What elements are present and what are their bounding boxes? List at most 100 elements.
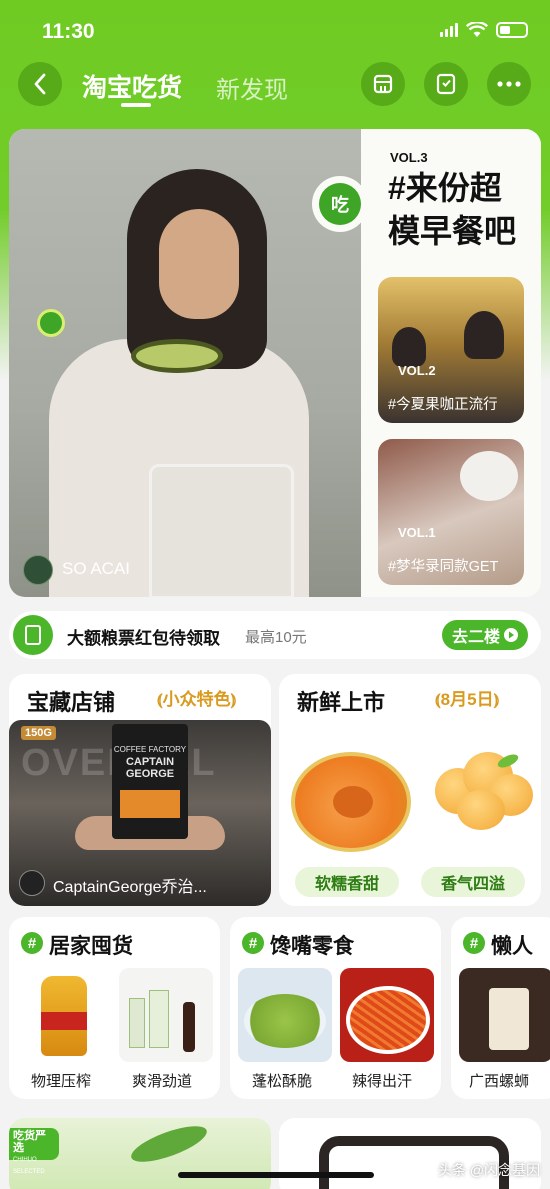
category-title: 居家囤货: [49, 935, 133, 958]
vol2-person2: [464, 311, 504, 359]
spicy-strips: [346, 986, 430, 1054]
vol1-cup: [460, 451, 518, 501]
badge-bottom-text: CHIHUO SELECTED: [13, 1157, 45, 1175]
category-title: 馋嘴零食: [270, 935, 354, 958]
bookmark-button[interactable]: [424, 62, 468, 106]
sauce-bottle: [183, 1002, 195, 1052]
go-upstairs-label: 去二楼: [451, 629, 500, 646]
blender-image: [149, 464, 294, 597]
beans-thumbnail[interactable]: [238, 968, 332, 1062]
status-time: 11:30: [42, 20, 95, 43]
treasure-shop-card[interactable]: 宝藏店铺 ⦅小众特色⦆ OVERALL 150G COFFEE FACTORY …: [9, 674, 271, 906]
hash-icon: #: [463, 932, 485, 954]
battery-icon: [496, 22, 528, 38]
treasure-title: 宝藏店铺: [27, 690, 116, 715]
chevron-left-icon: [34, 73, 46, 95]
avocado-image: [131, 339, 223, 373]
vol2-person1: [392, 327, 426, 367]
hero-title-line2: 模早餐吧: [388, 213, 517, 249]
coupon-sub-text: 最高10元: [245, 629, 307, 646]
brand-logo-icon: [23, 555, 53, 585]
hero-video-label: SO ACAI: [62, 559, 131, 578]
oil-thumbnail[interactable]: [17, 968, 111, 1062]
treasure-tag-text: 小众特色: [162, 690, 231, 709]
vol2-label: VOL.2: [398, 363, 436, 378]
hash-icon: #: [21, 932, 43, 954]
oil-label: [41, 1012, 87, 1030]
vol2-card[interactable]: VOL.2 #今夏果咖正流行: [378, 277, 524, 423]
hero-video[interactable]: SO ACAI: [9, 129, 361, 597]
chihuo-selected-badge: 吃货严选 CHIHUO SELECTED: [9, 1128, 59, 1175]
vol2-title: #今夏果咖正流行: [388, 397, 498, 413]
vol1-label: VOL.1: [398, 525, 436, 540]
play-arrow-icon: [504, 628, 518, 642]
leaf-decoration: [127, 1119, 211, 1169]
fresh-pill-2[interactable]: 香气四溢: [421, 867, 525, 897]
coupon-bar[interactable]: 大额粮票红包待领取 最高10元 去二楼: [9, 611, 541, 659]
bottom-card-left[interactable]: 吃货严选 CHIHUO SELECTED: [9, 1118, 271, 1189]
treasure-tag: ⦅小众特色⦆: [157, 685, 236, 710]
avocado-badge-icon: [37, 309, 65, 337]
peach-image-4: [457, 790, 505, 830]
noodle-thumbnail[interactable]: [119, 968, 213, 1062]
treasure-shop-image[interactable]: OVERALL 150G COFFEE FACTORY CAPTAIN GEOR…: [9, 720, 271, 906]
hash-icon: #: [242, 932, 264, 954]
category-card-lazy[interactable]: # 懒人 广西螺蛳: [451, 917, 550, 1099]
vol1-card[interactable]: VOL.1 #梦华录同款GET: [378, 439, 524, 585]
chihuo-logo-icon: 吃: [312, 176, 368, 232]
category-item-caption: 蓬松酥脆: [252, 1073, 313, 1090]
category-card-home-stock[interactable]: # 居家囤货 物理压榨 爽滑劲道: [9, 917, 220, 1099]
store-icon: [373, 74, 393, 94]
spicy-thumbnail[interactable]: [340, 968, 434, 1062]
coupon-main-text: 大额粮票红包待领取: [67, 629, 220, 648]
hero-title-line1: #来份超: [388, 170, 502, 206]
noodle-pack-1: [129, 998, 145, 1048]
category-item-caption: 物理压榨: [31, 1073, 92, 1090]
hero-vol-label: VOL.3: [390, 150, 428, 165]
coffee-bag-image: COFFEE FACTORY CAPTAIN GEORGE: [112, 724, 188, 839]
fresh-date-text: 8月5日: [440, 690, 494, 709]
category-title: 懒人: [491, 935, 533, 958]
tab-taobao-foodie[interactable]: 淘宝吃货: [82, 68, 182, 104]
melon-image[interactable]: [291, 752, 411, 852]
wreath-right-icon: ⦆: [230, 690, 237, 709]
bag-line1: COFFEE FACTORY: [113, 745, 187, 754]
hero-title: #来份超 模早餐吧: [388, 167, 538, 253]
vol1-title: #梦华录同款GET: [388, 559, 499, 575]
status-bar: 11:30: [0, 0, 550, 60]
tab-discover[interactable]: 新发现: [216, 70, 288, 105]
peas-bowl: [244, 994, 326, 1048]
shop-name: CaptainGeorge乔治...: [53, 879, 207, 896]
chihuo-logo-text: 吃: [319, 183, 361, 225]
bag-line3: GEORGE: [125, 768, 175, 780]
bag-line2: CAPTAIN: [125, 756, 175, 768]
noodle-box: [489, 988, 529, 1050]
active-tab-indicator: [121, 103, 151, 107]
top-nav: 淘宝吃货 新发现: [0, 62, 550, 108]
go-upstairs-button[interactable]: 去二楼: [442, 620, 528, 650]
luosifen-thumbnail[interactable]: [459, 968, 550, 1062]
watermark: 头条 @闪念基因: [438, 1162, 541, 1178]
shop-logo-icon: [19, 870, 45, 896]
category-item-caption: 辣得出汗: [352, 1073, 413, 1090]
category-item-caption: 爽滑劲道: [132, 1073, 193, 1090]
more-button[interactable]: [487, 62, 531, 106]
store-button[interactable]: [361, 62, 405, 106]
fresh-pill-1[interactable]: 软糯香甜: [295, 867, 399, 897]
badge-top-text: 吃货严选: [13, 1130, 46, 1154]
hero-banner[interactable]: SO ACAI 吃 VOL.3 #来份超 模早餐吧 VOL.2 #今夏果咖正流行…: [9, 129, 541, 597]
wreath-right-icon: ⦆: [493, 690, 500, 709]
weight-badge: 150G: [21, 726, 56, 740]
category-item-caption: 广西螺蛳: [469, 1073, 530, 1090]
back-button[interactable]: [18, 62, 62, 106]
more-icon: [497, 81, 521, 87]
category-card-snacks[interactable]: # 馋嘴零食 蓬松酥脆 辣得出汗: [230, 917, 441, 1099]
home-indicator: [178, 1172, 374, 1178]
noodle-pack-2: [149, 990, 169, 1048]
coupon-icon: [13, 615, 53, 655]
fresh-arrivals-card[interactable]: 新鲜上市 ⦅8月5日⦆ 软糯香甜 香气四溢: [279, 674, 541, 906]
bag-label-patch: [120, 790, 180, 818]
wifi-icon: [466, 22, 488, 37]
bookmark-icon: [436, 73, 456, 95]
signal-icon: [440, 23, 458, 37]
